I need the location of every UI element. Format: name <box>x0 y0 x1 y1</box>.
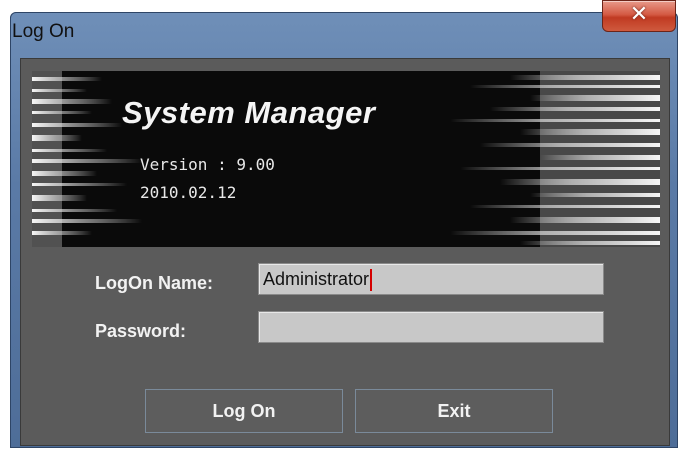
logon-name-value: Administrator <box>263 269 370 289</box>
password-input[interactable] <box>258 311 604 343</box>
logon-name-input[interactable]: Administrator <box>258 263 604 295</box>
logon-dialog: Log On ✕ System Manager Version: 9.00 2… <box>10 0 678 448</box>
release-date: 2010.02.12 <box>140 183 237 202</box>
version-text: Version : 9.00 <box>140 155 275 174</box>
title-bar[interactable]: Log On ✕ <box>10 0 678 52</box>
banner-streaks-right <box>450 71 660 247</box>
logon-button[interactable]: Log On <box>145 389 343 433</box>
app-title: System Manager <box>122 95 376 130</box>
close-icon: ✕ <box>629 2 649 27</box>
password-label: Password: <box>95 321 187 341</box>
dialog-client-area: System Manager Version : 9.00 2010.02.12… <box>20 58 670 446</box>
logon-name-label: LogOn Name: <box>95 273 214 293</box>
window-title: Log On <box>12 21 75 42</box>
banner: System Manager Version : 9.00 2010.02.12 <box>32 71 660 247</box>
text-cursor <box>370 269 373 292</box>
exit-button[interactable]: Exit <box>355 389 553 433</box>
close-button[interactable]: ✕ <box>602 0 676 32</box>
